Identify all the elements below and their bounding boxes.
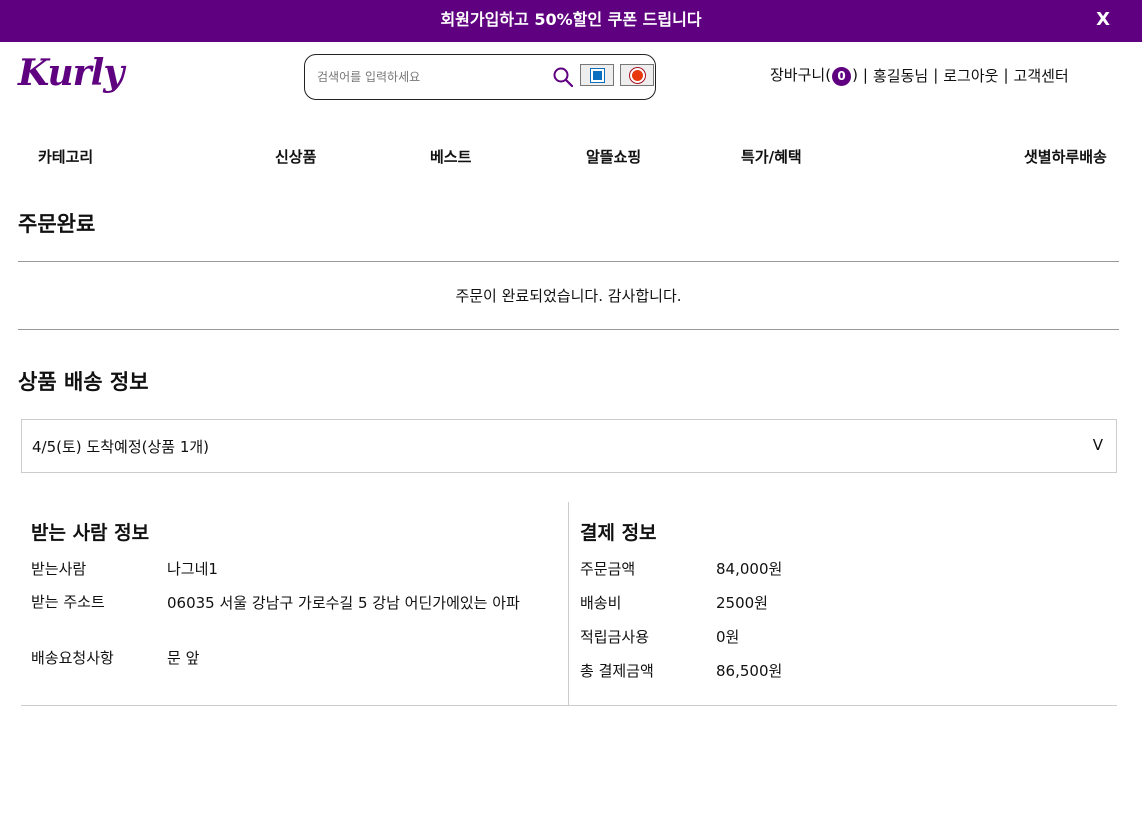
delivery-summary-accordion[interactable]: 4/5(토) 도착예정(상품 1개) V <box>21 419 1117 473</box>
payment-info-title: 결제 정보 <box>580 522 657 544</box>
page-title: 주문완료 <box>18 212 96 236</box>
util-separator: | <box>862 66 868 84</box>
payment-label: 총 결제금액 <box>580 662 654 680</box>
payment-value: 86,500원 <box>716 662 783 680</box>
address-label: 받는 주소트 <box>31 593 105 611</box>
search-icon[interactable] <box>552 66 574 88</box>
order-complete-message: 주문이 완료되었습니다. 감사합니다. <box>455 287 682 305</box>
order-info-panel: 받는 사람 정보 받는사람 나그네1 받는 주소트 06035 서울 강남구 가… <box>21 502 1117 706</box>
receiver-info: 받는 사람 정보 받는사람 나그네1 받는 주소트 06035 서울 강남구 가… <box>21 502 569 706</box>
promo-banner-message: 회원가입하고 50%할인 쿠폰 드립니다 <box>440 10 702 29</box>
address-value: 06035 서울 강남구 가로수길 5 강남 어딘가에있는 아파 <box>167 594 520 612</box>
logout-link[interactable]: 로그아웃 <box>943 65 998 86</box>
nav-item-saving[interactable]: 알뜰쇼핑 <box>586 146 641 167</box>
payment-label: 배송비 <box>580 594 622 612</box>
user-utility-menu: 장바구니(0) | 홍길동님 | 로그아웃 | 고객센터 <box>770 64 1069 86</box>
cart-label-close: ) <box>852 66 858 84</box>
search-bar <box>304 54 656 100</box>
cart-label: 장바구니( <box>770 66 832 84</box>
payment-value: 84,000원 <box>716 560 783 578</box>
payment-value: 2500원 <box>716 594 768 612</box>
util-separator: | <box>1003 66 1009 84</box>
main-navigation: 카테고리 신상품 베스트 알뜰쇼핑 특가/혜택 샛별하루배송 <box>0 146 1142 168</box>
payment-label: 적립금사용 <box>580 628 650 646</box>
extension-record-icon[interactable] <box>620 64 654 86</box>
cart-link[interactable]: 장바구니(0) <box>770 64 858 86</box>
divider <box>18 261 1119 262</box>
payment-value: 0원 <box>716 628 740 646</box>
chevron-down-icon[interactable]: V <box>1093 436 1103 454</box>
nav-item-category[interactable]: 카테고리 <box>38 146 93 167</box>
request-value: 문 앞 <box>167 649 200 667</box>
delivery-summary-text: 4/5(토) 도착예정(상품 1개) <box>32 438 210 456</box>
payment-info: 결제 정보 주문금액 84,000원 배송비 2500원 적립금사용 0원 총 … <box>570 502 1117 706</box>
receiver-label: 받는사람 <box>31 560 87 578</box>
kurly-logo[interactable]: Kurly <box>18 52 124 94</box>
nav-item-best[interactable]: 베스트 <box>430 146 471 167</box>
customer-center-link[interactable]: 고객센터 <box>1014 65 1069 86</box>
shipping-section-title: 상품 배송 정보 <box>18 370 149 394</box>
nav-item-dawn-delivery[interactable]: 샛별하루배송 <box>1024 146 1107 167</box>
nav-item-special[interactable]: 특가/혜택 <box>741 146 802 167</box>
receiver-info-title: 받는 사람 정보 <box>31 522 150 544</box>
extension-blue-icon[interactable] <box>580 64 614 86</box>
divider <box>18 329 1119 330</box>
promo-banner-close-button[interactable]: X <box>1096 0 1110 42</box>
nav-item-new[interactable]: 신상품 <box>275 146 316 167</box>
promo-banner: 회원가입하고 50%할인 쿠폰 드립니다 X <box>0 0 1142 42</box>
cart-count-badge: 0 <box>832 67 852 86</box>
receiver-value: 나그네1 <box>167 560 218 578</box>
request-label: 배송요청사항 <box>31 649 114 667</box>
search-input[interactable] <box>317 65 547 89</box>
payment-label: 주문금액 <box>580 560 636 578</box>
user-name-link[interactable]: 홍길동님 <box>873 65 928 86</box>
util-separator: | <box>933 66 939 84</box>
